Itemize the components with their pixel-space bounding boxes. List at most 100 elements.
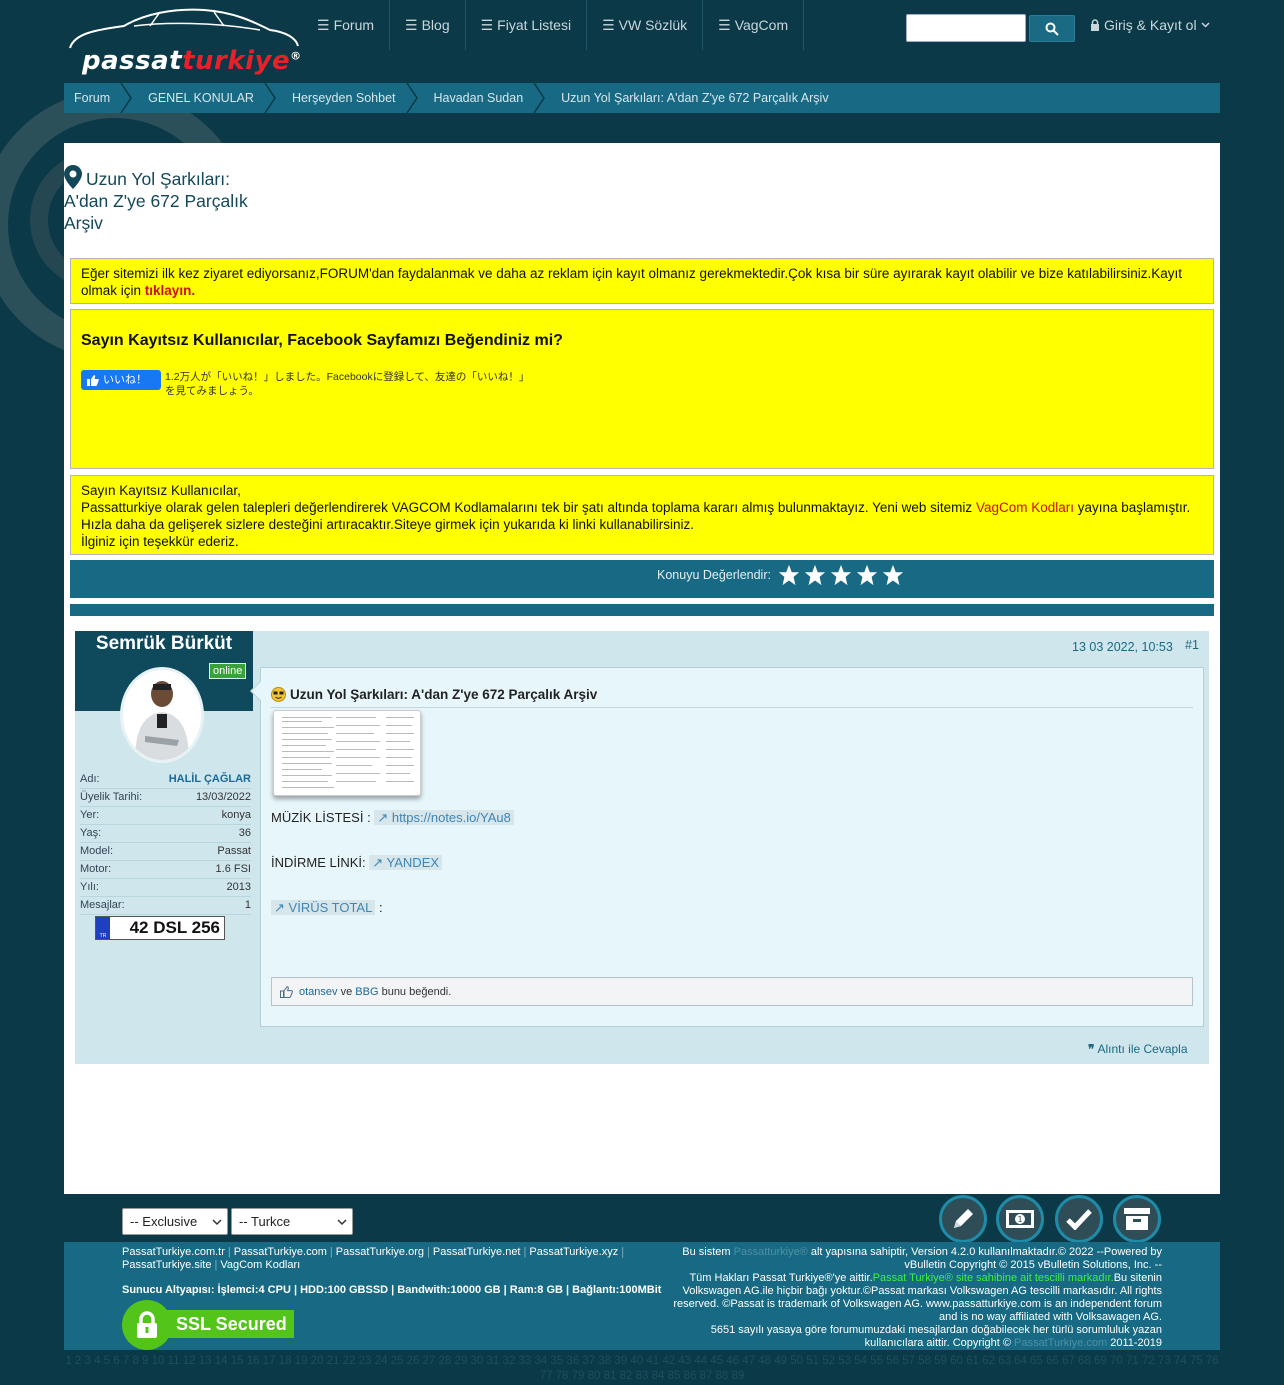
footer-link[interactable]: PassatTurkiye.site (122, 1259, 211, 1271)
footer: PassatTurkiye.com.tr | PassatTurkiye.com | P… (64, 1242, 1220, 1350)
check-button[interactable] (1055, 1195, 1103, 1243)
style-select[interactable]: -- Exclusive (122, 1208, 228, 1235)
lock-icon (122, 1300, 172, 1350)
external-link-icon: ↗ (274, 900, 285, 915)
footer-link[interactable]: PassatTurkiye.xyz (529, 1246, 618, 1258)
check-icon (1066, 1209, 1092, 1230)
footer-link[interactable]: PassatTurkiye.com.tr (122, 1246, 225, 1258)
chevron-down-icon (337, 1219, 347, 1226)
header: passatturkiye® ☰ Forum ☰ Blog ☰ Fiyat Liste… (0, 0, 1284, 76)
user-info: Adı: HALİL ÇAĞLAR Üyelik Tarihi: 13/03/202… (80, 771, 251, 915)
star-icon[interactable] (804, 564, 826, 586)
download-link[interactable]: ↗ YANDEX (369, 855, 443, 870)
search-input[interactable] (906, 14, 1026, 42)
pencil-button[interactable] (939, 1195, 987, 1243)
main-nav: ☰ Forum ☰ Blog ☰ Fiyat Listesi ☰ VW Sözlük ☰… (302, 0, 805, 50)
breadcrumb-item-general[interactable]: GENEL KONULAR (126, 83, 276, 113)
virus-total-link[interactable]: ↗ VİRÜS TOTAL (271, 900, 376, 915)
rating-stars (778, 564, 904, 586)
info-row-model: Model: Passat (80, 843, 251, 861)
avatar-image (123, 670, 201, 760)
chevron-down-icon (212, 1219, 222, 1226)
copyright: Bu sistem Passatturkiye® alt yapısına sa… (673, 1246, 1162, 1349)
post-number-link[interactable]: #1 (1185, 638, 1199, 652)
post-date: 13 03 2022, 10:53 (1072, 640, 1173, 654)
post-arrow (250, 681, 270, 701)
music-list-link[interactable]: ↗ https://notes.io/YAu8 (374, 810, 514, 825)
search-icon (1045, 22, 1059, 36)
star-icon[interactable] (830, 564, 852, 586)
plate-country: TR (96, 917, 110, 939)
info-row-age: Yaş: 36 (80, 825, 251, 843)
nav-forum[interactable]: ☰ Forum (302, 0, 391, 50)
vagcom-notice: Sayın Kayıtsız Kullanıcılar, Passatturki… (70, 475, 1214, 555)
post-body: Uzun Yol Şarkıları: A'dan Z'ye 672 Parça… (250, 667, 1204, 1027)
virus-total-line: ↗ VİRÜS TOTAL : (271, 900, 383, 916)
star-icon[interactable] (882, 564, 904, 586)
facebook-notice-title: Sayın Kayıtsız Kullanıcılar, Facebook Sa… (81, 332, 563, 349)
logo-text: passatturkiye® (82, 46, 302, 76)
pencil-icon (954, 1209, 973, 1228)
username-link[interactable]: Semrük Bürküt (75, 633, 253, 655)
facebook-notice: Sayın Kayıtsız Kullanıcılar, Facebook Sa… (70, 309, 1214, 469)
footer-link[interactable]: VagCom Kodları (220, 1259, 300, 1271)
nav-vw-dictionary[interactable]: ☰ VW Sözlük (587, 0, 704, 50)
money-button[interactable]: 1 (996, 1195, 1044, 1243)
external-link-icon: ↗ (372, 855, 384, 870)
search-button[interactable] (1029, 15, 1075, 42)
breadcrumb-item-havadan-sudan[interactable]: Havadan Sudan (412, 83, 546, 113)
star-icon[interactable] (778, 564, 800, 586)
lock-icon (1091, 19, 1099, 31)
nav-vagcom[interactable]: ☰ VagCom (703, 0, 805, 50)
license-plate: TR 42 DSL 256 (95, 916, 225, 940)
breadcrumb-item-current: Uzun Yol Şarkıları: A'dan Z'ye 672 Parça… (561, 91, 829, 105)
info-row-join-date: Üyelik Tarihi: 13/03/2022 (80, 789, 251, 807)
page-title: Uzun Yol Şarkıları: A'dan Z'ye 672 Parça… (64, 165, 264, 234)
register-link[interactable]: tıklayın. (145, 283, 195, 298)
footer-link[interactable]: PassatTurkiye.com (234, 1246, 327, 1258)
language-select[interactable]: -- Turkce (231, 1208, 353, 1235)
like-user-link[interactable]: otansev (299, 986, 338, 998)
archive-icon (1124, 1208, 1150, 1230)
money-icon: 1 (1006, 1210, 1034, 1228)
plate-number: 42 DSL 256 (129, 918, 220, 937)
info-row-name: Adı: HALİL ÇAĞLAR (80, 771, 251, 789)
breadcrumb-item-chat[interactable]: Herşeyden Sohbet (270, 83, 418, 113)
vagcom-link[interactable]: VagCom Kodları (976, 500, 1074, 515)
site-logo[interactable]: passatturkiye® (64, 4, 302, 76)
login-register-link[interactable]: Giriş & Kayıt ol (1090, 17, 1210, 33)
facebook-like-text: 1.2万人が「いいね！」しました。Facebookに登録して、友達の「いいね！」… (165, 371, 525, 397)
footer-link[interactable]: PassatTurkiye.net (433, 1246, 521, 1258)
avatar[interactable] (120, 667, 204, 763)
quote-reply-button[interactable]: ❞ Alıntı ile Cevapla (1088, 1042, 1188, 1056)
info-row-messages: Mesajlar: 1 (80, 897, 251, 915)
star-icon[interactable] (856, 564, 878, 586)
post: Semrük Bürküt online Adı: HALİL ÇAĞLAR Üy… (75, 631, 1209, 1064)
archive-button[interactable] (1113, 1195, 1161, 1243)
quote-icon: ❞ (1088, 1042, 1095, 1056)
breadcrumb-item-forum[interactable]: Forum (64, 83, 133, 113)
facebook-like-button[interactable]: いいね！ (81, 370, 161, 390)
nav-price-list[interactable]: ☰ Fiyat Listesi (466, 0, 588, 50)
info-row-location: Yer: konya (80, 807, 251, 825)
attachment-thumbnail[interactable] (273, 710, 421, 796)
server-info: Sunucu Altyapısı: İşlemci:4 CPU | HDD:10… (122, 1284, 662, 1296)
bars-icon: ☰ (602, 16, 615, 33)
thumbs-up-icon (280, 985, 293, 998)
bars-icon: ☰ (480, 16, 494, 33)
footer-links: PassatTurkiye.com.tr | PassatTurkiye.com | P… (122, 1246, 625, 1271)
svg-text:1: 1 (1017, 1215, 1022, 1224)
thumbs-up-icon (87, 374, 99, 386)
nav-blog[interactable]: ☰ Blog (390, 0, 466, 50)
main-panel: Uzun Yol Şarkıları: A'dan Z'ye 672 Parça… (64, 143, 1220, 1194)
online-badge: online (209, 663, 247, 679)
breadcrumb: Forum GENEL KONULAR Herşeyden Sohbet Hav… (64, 83, 1220, 113)
cool-smiley-icon (271, 687, 286, 702)
like-user-link[interactable]: BBG (355, 986, 378, 998)
rating-bar: Konuyu Değerlendir: (70, 560, 1214, 598)
external-link-icon: ↗ (377, 810, 389, 825)
map-marker-icon (64, 165, 82, 189)
divider (70, 604, 1214, 616)
footer-link[interactable]: PassatTurkiye.org (336, 1246, 424, 1258)
info-row-engine: Motor: 1.6 FSI (80, 861, 251, 879)
